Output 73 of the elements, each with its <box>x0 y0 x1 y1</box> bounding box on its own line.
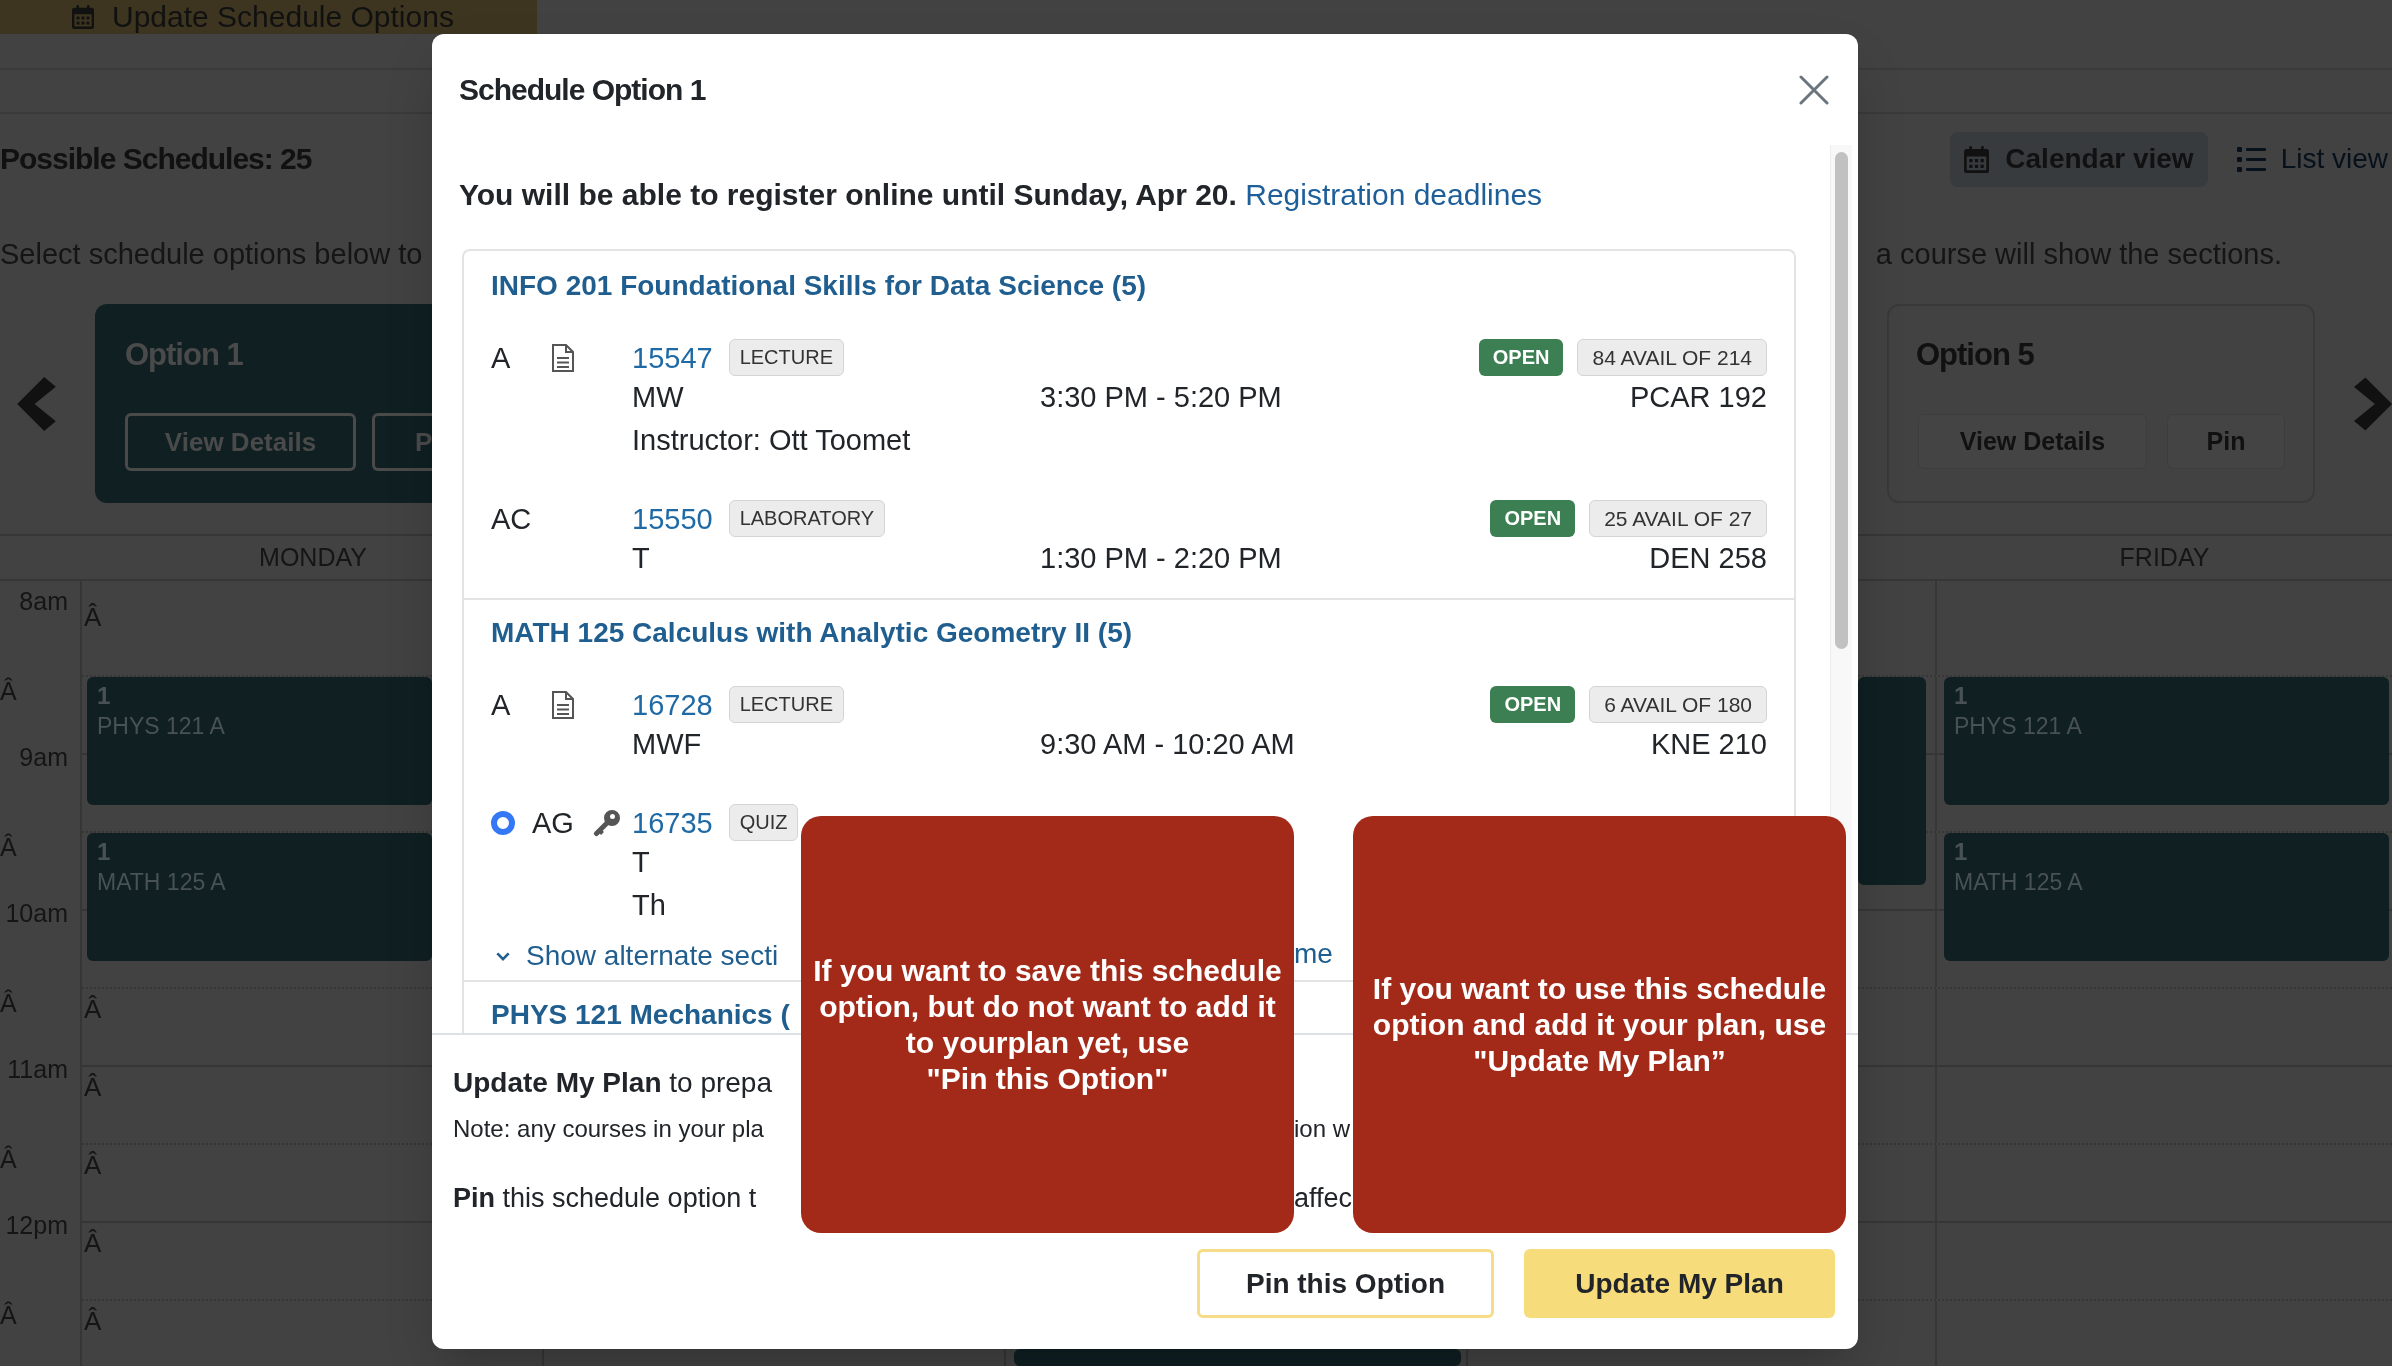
section-number-link[interactable]: 15550 <box>632 500 713 537</box>
event-number: 1 <box>97 837 111 867</box>
instructor-name: Instructor: Ott Toomet <box>632 422 911 458</box>
meeting-time: 1:30 PM - 2:20 PM <box>1040 540 1282 576</box>
calendar-event[interactable]: 1 PHYS 121 A <box>87 677 432 805</box>
scrollbar-thumb[interactable] <box>1835 152 1848 649</box>
event-title: PHYS 121 A <box>97 712 225 741</box>
event-title: MATH 125 A <box>1954 868 2083 897</box>
meeting-days: MWF <box>632 727 702 760</box>
update-plan-button[interactable]: Update My Plan <box>1524 1249 1835 1318</box>
event-number: 1 <box>1954 681 1968 711</box>
event-number: 1 <box>1954 837 1968 867</box>
status-badge: OPEN <box>1490 686 1576 723</box>
section-number-link[interactable]: 16735 <box>632 804 713 841</box>
status-badge: OPEN <box>1478 339 1564 376</box>
event-title: MATH 125 A <box>97 868 226 897</box>
calendar-event[interactable]: 1 MATH 125 A <box>87 833 432 961</box>
event-number: 1 <box>97 681 111 711</box>
show-alternate-sections-link[interactable]: Show alternate secti <box>496 935 779 978</box>
availability-badge: 25 AVAIL OF 27 <box>1589 500 1767 537</box>
registration-notice: You will be able to register online until Sunday, Apr 20. Registration deadlines <box>459 177 1544 213</box>
meeting-time: 9:30 AM - 10:20 AM <box>1040 726 1295 762</box>
meeting-days: MW <box>632 380 684 413</box>
availability-badge: 84 AVAIL OF 214 <box>1577 339 1767 376</box>
room: KNE 210 <box>1650 726 1767 762</box>
section-letter: A <box>491 341 511 374</box>
meeting-days: Th <box>632 888 666 921</box>
section-letter: A <box>491 688 511 721</box>
course-title-link[interactable]: PHYS 121 Mechanics ( <box>491 998 790 1032</box>
meeting-days: T <box>632 845 650 878</box>
calendar-event[interactable]: 1 PHYS 121 A <box>1944 677 2389 805</box>
radio-button[interactable] <box>491 810 515 835</box>
section-type-badge: LECTURE <box>728 339 844 376</box>
meeting-days: T <box>632 541 650 574</box>
pin-hint: affec <box>1294 1181 1353 1215</box>
section-letter: AC <box>491 502 532 535</box>
section-type-badge: QUIZ <box>728 804 799 841</box>
course-title-link[interactable]: MATH 125 Calculus with Analytic Geometry II (5) <box>491 616 1133 650</box>
section-number-link[interactable]: 16728 <box>632 686 713 723</box>
pin-hint: Pin this schedule option t <box>453 1182 757 1213</box>
close-icon <box>1799 74 1829 105</box>
list-view-button[interactable]: List view <box>2236 131 2388 187</box>
section-type-badge: LECTURE <box>728 686 844 723</box>
option-card[interactable]: Option 1 View Details P <box>95 304 432 503</box>
chevron-down-icon <box>496 951 510 961</box>
key-icon <box>593 808 621 837</box>
calendar-icon <box>72 5 94 29</box>
room: PCAR 192 <box>1630 379 1767 415</box>
meeting-time: 3:30 PM - 5:20 PM <box>1040 379 1282 415</box>
note-text: Note: any courses in your pla <box>453 1115 764 1142</box>
room: DEN 258 <box>1649 540 1767 576</box>
availability-badge: 6 AVAIL OF 180 <box>1589 686 1767 723</box>
status-badge: OPEN <box>1490 500 1576 537</box>
calendar-icon <box>1964 145 1990 173</box>
pin-option-button[interactable]: Pin this Option <box>1197 1249 1494 1318</box>
document-icon[interactable] <box>552 690 574 719</box>
section-type-badge: LABORATORY <box>728 500 886 537</box>
modal-title: Schedule Option 1 <box>459 71 706 108</box>
event-title: PHYS 121 A <box>1954 712 2082 741</box>
view-details-button[interactable]: View Details <box>125 413 356 471</box>
list-icon <box>2236 146 2266 172</box>
annotation-tooltip: If you want to save this schedule option, but do not want to add it to yourplan yet, use "Pin this Option" <box>801 816 1294 1233</box>
note-text: ion w <box>1294 1114 1351 1144</box>
show-alternate-sections-link[interactable]: me <box>1294 933 1333 975</box>
calendar-event[interactable]: 1 MATH 125 A <box>1944 833 2389 961</box>
registration-deadlines-link[interactable]: Registration deadlines <box>1245 178 1543 211</box>
annotation-tooltip: If you want to use this schedule option and add it your plan, use "Update My Plan” <box>1353 816 1846 1233</box>
section-letter: AG <box>532 806 574 839</box>
option-title: Option 1 <box>125 336 244 374</box>
section-number-link[interactable]: 15547 <box>632 339 713 376</box>
update-plan-hint: Update My Plan to prepa <box>453 1066 772 1100</box>
course-title-link[interactable]: INFO 201 Foundational Skills for Data Science (5) <box>491 269 1147 303</box>
document-icon[interactable] <box>552 343 574 372</box>
